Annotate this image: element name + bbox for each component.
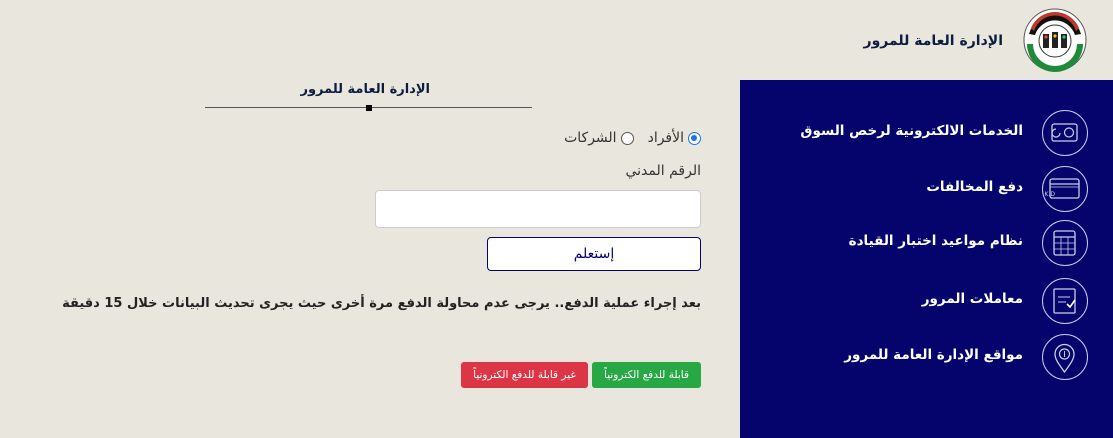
location-pin-icon bbox=[1042, 334, 1088, 380]
customer-type-selector: الأفراد الشركات bbox=[564, 130, 701, 146]
sidebar-item-label: معاملات المرور bbox=[921, 291, 1023, 307]
sidebar: الخدمات الالكترونية لرخص السوق K.D دفع ا… bbox=[740, 80, 1113, 438]
payment-card-icon: K.D bbox=[1042, 166, 1088, 212]
card-icon bbox=[1042, 110, 1088, 156]
inquire-button[interactable]: إستعلم bbox=[487, 237, 701, 271]
payment-notice: بعد إجراء عملية الدفع.. يرجى عدم محاولة … bbox=[62, 296, 701, 311]
radio-label-companies: الشركات bbox=[564, 130, 617, 146]
title-divider-marker bbox=[366, 105, 372, 111]
not-payable-badge: غير قابلة للدفع الكترونياً bbox=[461, 362, 588, 388]
page-title: الإدارة العامة للمرور bbox=[300, 82, 430, 97]
sidebar-item-department-locations[interactable]: مواقع الإدارة العامة للمرور bbox=[740, 332, 1113, 382]
radio-label-individuals: الأفراد bbox=[647, 130, 684, 146]
sidebar-item-pay-violations[interactable]: K.D دفع المخالفات bbox=[740, 164, 1113, 214]
org-name: الإدارة العامة للمرور bbox=[863, 33, 1003, 49]
header: الإدارة العامة للمرور bbox=[0, 0, 1113, 80]
sidebar-item-label: دفع المخالفات bbox=[926, 179, 1023, 195]
document-check-icon bbox=[1042, 278, 1088, 324]
radio-button[interactable] bbox=[620, 131, 634, 145]
sidebar-item-label: الخدمات الالكترونية لرخص السوق bbox=[800, 123, 1023, 139]
sidebar-item-label: مواقع الإدارة العامة للمرور bbox=[844, 347, 1023, 363]
svg-text:K.D: K.D bbox=[1045, 191, 1056, 198]
civil-id-label: الرقم المدني bbox=[625, 163, 701, 179]
payable-badge: قابلة للدفع الكترونياً bbox=[592, 362, 701, 388]
traffic-department-logo[interactable] bbox=[1023, 4, 1087, 76]
radio-button-checked[interactable] bbox=[688, 131, 701, 145]
civil-id-input[interactable] bbox=[375, 190, 701, 228]
sidebar-item-driving-license-services[interactable]: الخدمات الالكترونية لرخص السوق bbox=[740, 108, 1113, 158]
sidebar-item-traffic-transactions[interactable]: معاملات المرور bbox=[740, 276, 1113, 326]
calendar-icon bbox=[1042, 220, 1088, 266]
radio-companies[interactable]: الشركات bbox=[564, 130, 634, 146]
sidebar-item-driving-test-appointments[interactable]: نظام مواعيد اختبار القيادة bbox=[740, 218, 1113, 268]
radio-individuals[interactable]: الأفراد bbox=[648, 130, 701, 146]
sidebar-item-label: نظام مواعيد اختبار القيادة bbox=[848, 233, 1023, 249]
